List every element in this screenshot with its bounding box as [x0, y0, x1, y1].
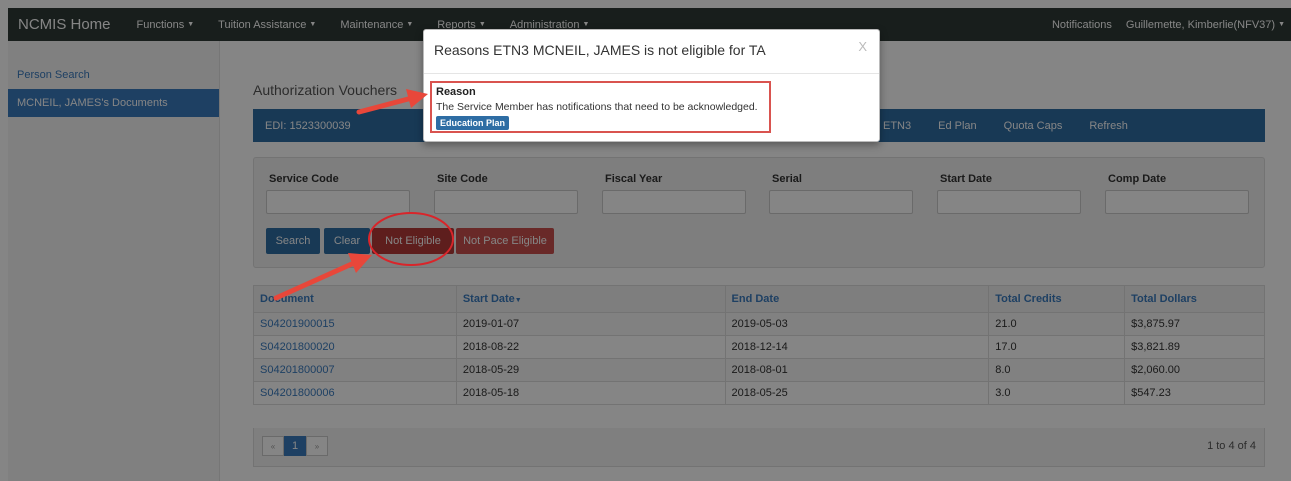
reason-highlight: Reason The Service Member has notificati…	[430, 81, 771, 133]
reason-label: Reason	[436, 86, 476, 98]
close-icon[interactable]: X	[858, 39, 867, 54]
education-plan-button[interactable]: Education Plan	[436, 116, 510, 130]
modal-title: Reasons ETN3 MCNEIL, JAMES is not eligib…	[434, 42, 766, 58]
modal-divider	[424, 73, 879, 74]
reason-text: The Service Member has notifications tha…	[436, 101, 758, 113]
ineligibility-modal: Reasons ETN3 MCNEIL, JAMES is not eligib…	[423, 29, 880, 142]
